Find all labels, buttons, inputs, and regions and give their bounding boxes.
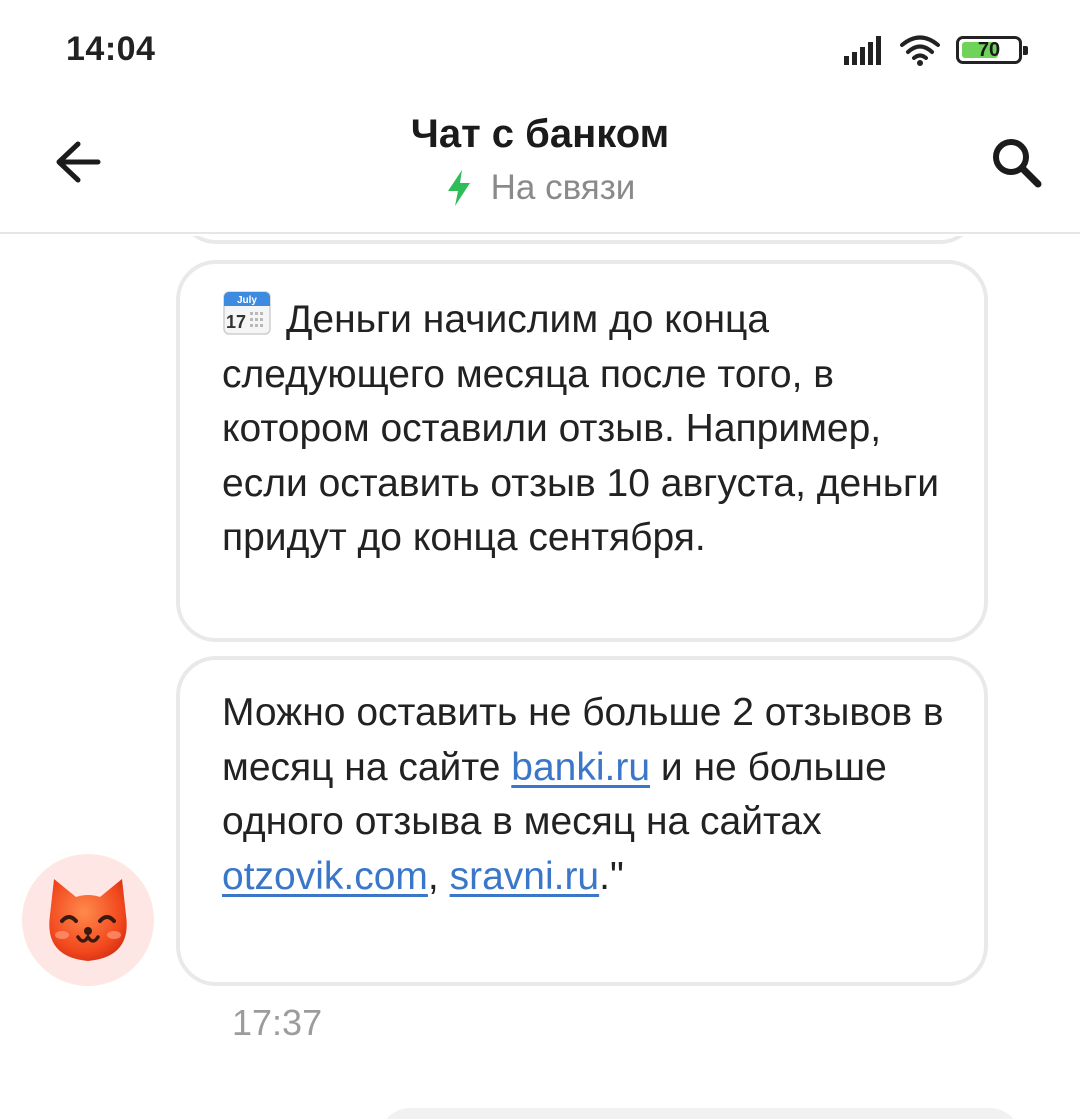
- previous-message-bubble: [178, 236, 978, 244]
- signal-icon: [844, 36, 881, 65]
- avatar[interactable]: [22, 854, 154, 986]
- page-title: Чат с банком: [410, 112, 670, 156]
- message-text: Деньги начислим до конца следующего меся…: [222, 298, 940, 559]
- status-bar: 14:04 70: [0, 0, 1080, 100]
- calendar-day: 17: [226, 312, 246, 332]
- message-timestamp: 17:37: [232, 1002, 323, 1043]
- search-icon: [993, 139, 1042, 188]
- link-otzovik[interactable]: otzovik.com: [222, 855, 428, 898]
- cat-avatar-icon: [49, 879, 127, 961]
- link-sravni[interactable]: sravni.ru: [450, 855, 600, 898]
- next-message-bubble: [380, 1108, 1020, 1119]
- battery-nub: [1023, 46, 1028, 55]
- wifi-icon: [900, 35, 940, 66]
- calendar-icon: July 17: [223, 291, 271, 335]
- link-banki[interactable]: banki.ru: [511, 746, 650, 789]
- battery-text: 70: [977, 39, 1001, 61]
- message-bubble: July 17 Деньги начислим до конца следующ…: [176, 260, 988, 642]
- online-status-label: На связи: [490, 168, 636, 207]
- status-icons: 70: [842, 30, 1028, 70]
- lightning-icon: [447, 170, 470, 206]
- chat-feed[interactable]: July 17 Деньги начислим до конца следующ…: [0, 236, 1080, 1119]
- online-status: На связи: [0, 168, 1080, 208]
- search-button[interactable]: [980, 126, 1052, 198]
- message-text: .": [599, 854, 624, 898]
- chat-header: Чат с банком На связи: [0, 100, 1080, 234]
- status-time: 14:04: [66, 30, 156, 68]
- battery-icon: 70: [956, 36, 1028, 64]
- calendar-month: July: [237, 295, 257, 306]
- message-bubble: Можно оставить не больше 2 отзывов в мес…: [176, 656, 988, 986]
- message-text: ,: [427, 854, 450, 898]
